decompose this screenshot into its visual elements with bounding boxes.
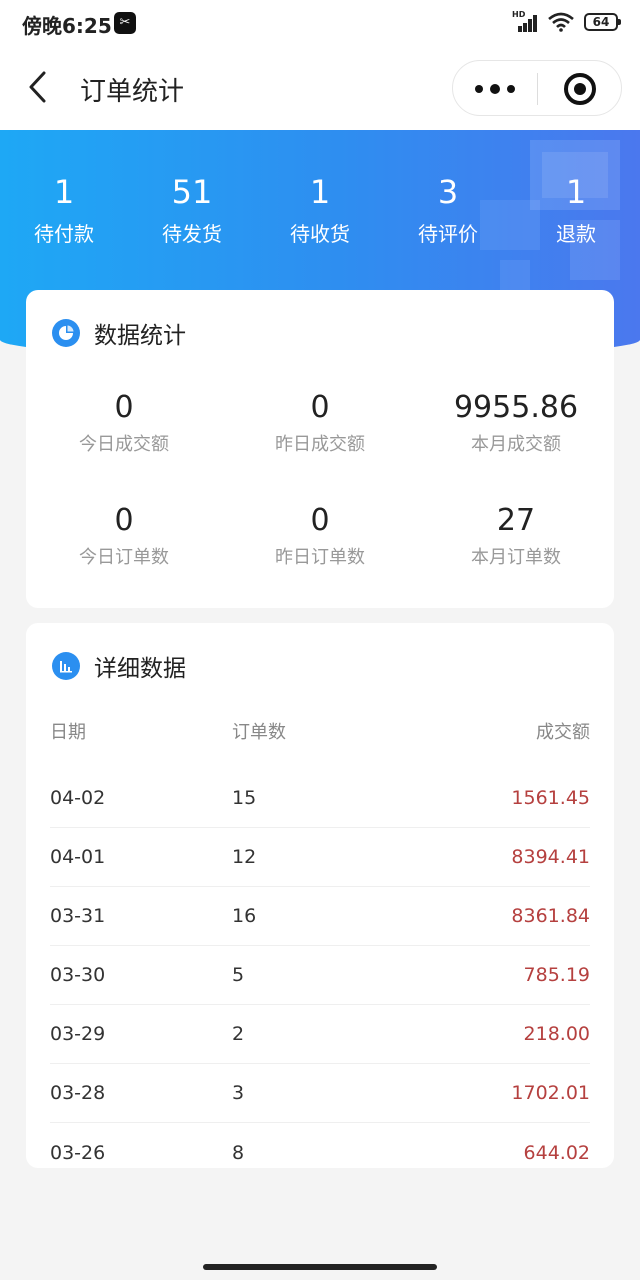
bar-chart-icon xyxy=(52,652,80,680)
order-status-pending-receipt[interactable]: 1 待收货 xyxy=(256,172,384,247)
cell-amount: 218.00 xyxy=(523,1023,590,1045)
cell-date: 03-29 xyxy=(50,1023,106,1045)
cell-amount: 8394.41 xyxy=(511,846,590,868)
detail-table: 日期 订单数 成交额 04-02 15 1561.45 04-01 12 839… xyxy=(50,711,590,1182)
cell-count: 12 xyxy=(232,846,257,868)
status-label: 待付款 xyxy=(34,222,94,246)
cell-count: 16 xyxy=(232,905,257,927)
stat-value: 0 xyxy=(114,390,134,425)
order-status-pending-shipment[interactable]: 51 待发货 xyxy=(128,172,256,247)
status-count: 51 xyxy=(171,173,213,211)
cell-date: 03-30 xyxy=(50,964,106,986)
nav-bar: 订单统计 xyxy=(0,44,640,130)
table-row: 03-29 2 218.00 xyxy=(50,1005,590,1064)
cell-date: 03-26 xyxy=(50,1141,106,1164)
card-title: 详细数据 xyxy=(94,656,186,682)
stat-label: 今日成交额 xyxy=(79,434,169,455)
card-header: 数据统计 xyxy=(52,316,186,350)
stat-value: 27 xyxy=(496,503,536,538)
stat-value: 0 xyxy=(114,503,134,538)
table-header: 日期 订单数 成交额 xyxy=(50,711,590,751)
detail-card: 详细数据 日期 订单数 成交额 04-02 15 1561.45 04-01 1… xyxy=(26,623,614,1168)
cell-amount: 1702.01 xyxy=(511,1082,590,1104)
pie-chart-icon xyxy=(52,319,80,347)
battery-icon: 64 xyxy=(584,13,621,31)
stat-value: 0 xyxy=(310,390,330,425)
stat-yesterday-revenue: 0 昨日成交额 xyxy=(222,390,418,503)
stat-today-revenue: 0 今日成交额 xyxy=(26,390,222,503)
order-status-refund[interactable]: 1 退款 xyxy=(512,172,640,247)
table-body: 04-02 15 1561.45 04-01 12 8394.41 03-31 … xyxy=(50,769,590,1182)
status-count: 1 xyxy=(309,173,331,211)
stat-value: 0 xyxy=(310,503,330,538)
stat-label: 今日订单数 xyxy=(79,547,169,568)
cell-amount: 785.19 xyxy=(523,964,590,986)
cell-count: 5 xyxy=(232,964,245,986)
cell-amount: 1561.45 xyxy=(511,787,590,809)
cell-date: 03-28 xyxy=(50,1082,106,1104)
app-icon: ✂ xyxy=(114,12,136,34)
home-indicator[interactable] xyxy=(203,1264,437,1270)
order-status-row: 1 待付款 51 待发货 1 待收货 3 待评价 1 退款 xyxy=(0,172,640,247)
cell-date: 04-01 xyxy=(50,846,106,868)
miniprogram-capsule xyxy=(452,60,622,116)
table-row: 03-30 5 785.19 xyxy=(50,946,590,1005)
column-header-amount: 成交额 xyxy=(536,722,590,743)
stat-value: 9955.86 xyxy=(453,390,579,425)
more-dots-icon[interactable] xyxy=(453,61,537,117)
wifi-icon xyxy=(548,12,574,32)
stat-label: 昨日成交额 xyxy=(275,434,365,455)
cell-count: 8 xyxy=(232,1141,245,1164)
cell-amount: 8361.84 xyxy=(511,905,590,927)
stats-card: 数据统计 0 今日成交额 0 昨日成交额 9955.86 本月成交额 0 今日订… xyxy=(26,290,614,608)
stat-month-orders: 27 本月订单数 xyxy=(418,503,614,616)
status-label: 待收货 xyxy=(290,222,350,246)
table-row: 03-28 3 1702.01 xyxy=(50,1064,590,1123)
cell-amount: 644.02 xyxy=(523,1141,590,1164)
cell-count: 2 xyxy=(232,1023,245,1045)
cell-date: 04-02 xyxy=(50,787,106,809)
card-title: 数据统计 xyxy=(94,323,186,349)
table-row: 04-01 12 8394.41 xyxy=(50,828,590,887)
back-chevron-icon[interactable] xyxy=(26,70,52,104)
close-target-icon[interactable] xyxy=(538,61,622,117)
stat-label: 本月成交额 xyxy=(471,434,561,455)
card-header: 详细数据 xyxy=(52,649,186,683)
status-icons: HD 64 xyxy=(512,10,621,34)
cell-count: 3 xyxy=(232,1082,245,1104)
cell-count: 15 xyxy=(232,787,257,809)
page-title: 订单统计 xyxy=(80,77,185,107)
order-status-pending-review[interactable]: 3 待评价 xyxy=(384,172,512,247)
stats-grid: 0 今日成交额 0 昨日成交额 9955.86 本月成交额 0 今日订单数 0 … xyxy=(26,390,614,616)
network-type: HD xyxy=(512,10,526,19)
stat-month-revenue: 9955.86 本月成交额 xyxy=(418,390,614,503)
table-row: 03-31 16 8361.84 xyxy=(50,887,590,946)
column-header-date: 日期 xyxy=(50,722,86,743)
status-time: 傍晚6:25 xyxy=(22,14,112,38)
status-count: 1 xyxy=(53,173,75,211)
stat-label: 昨日订单数 xyxy=(275,547,365,568)
signal-icon: HD xyxy=(512,10,538,32)
stat-yesterday-orders: 0 昨日订单数 xyxy=(222,503,418,616)
column-header-count: 订单数 xyxy=(232,722,286,743)
status-label: 待发货 xyxy=(162,222,222,246)
status-count: 1 xyxy=(565,173,587,211)
table-row: 03-26 8 644.02 xyxy=(50,1123,590,1182)
status-count: 3 xyxy=(437,173,459,211)
table-row: 04-02 15 1561.45 xyxy=(50,769,590,828)
cell-date: 03-31 xyxy=(50,905,106,927)
status-label: 退款 xyxy=(556,222,596,246)
status-label: 待评价 xyxy=(418,222,478,246)
stat-today-orders: 0 今日订单数 xyxy=(26,503,222,616)
stat-label: 本月订单数 xyxy=(471,547,561,568)
status-bar: 傍晚6:25 ✂ HD 64 xyxy=(0,0,640,44)
order-status-pending-payment[interactable]: 1 待付款 xyxy=(0,172,128,247)
